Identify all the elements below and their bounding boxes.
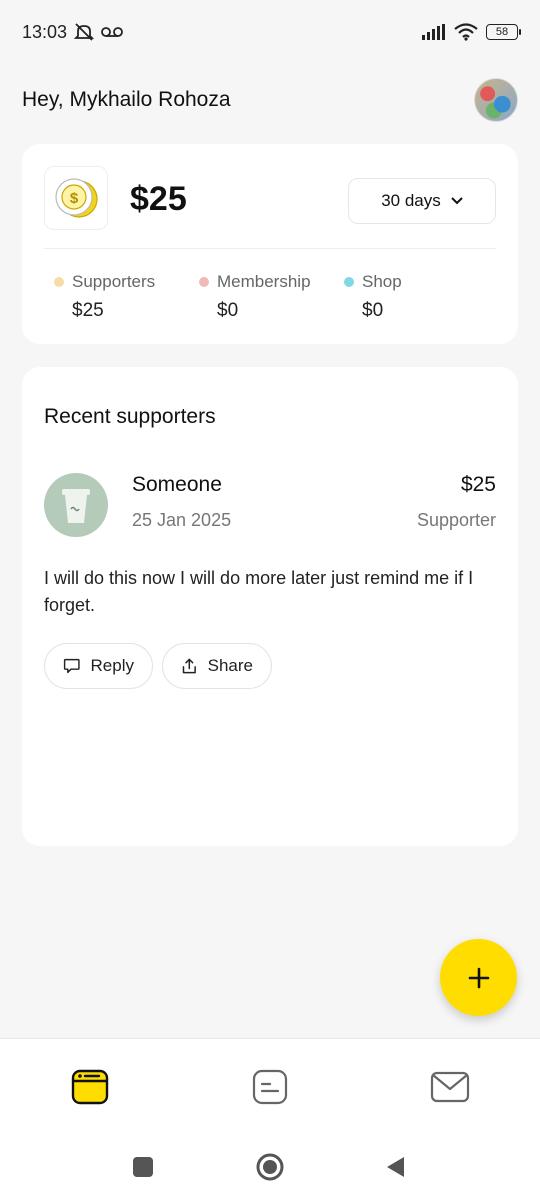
recent-apps-button[interactable]: [128, 1152, 158, 1182]
share-button[interactable]: Share: [162, 643, 272, 689]
reply-button[interactable]: Reply: [44, 643, 153, 689]
battery-icon: 58: [486, 24, 521, 40]
membership-dot: [199, 277, 209, 287]
mute-icon: [73, 22, 95, 42]
reply-label: Reply: [90, 656, 134, 675]
signal-icon: [422, 24, 446, 40]
status-right: 58: [422, 23, 521, 41]
profile-avatar[interactable]: [474, 78, 518, 122]
share-icon: [182, 658, 196, 674]
svg-text:$: $: [70, 190, 79, 207]
supporters-dot: [54, 277, 64, 287]
plus-icon: [468, 967, 489, 988]
home-circle-icon: [256, 1153, 284, 1181]
home-button[interactable]: [255, 1152, 285, 1182]
header: Hey, Mykhailo Rohoza: [22, 74, 518, 126]
wifi-icon: [454, 23, 478, 41]
coffee-cup-icon: [62, 489, 90, 523]
status-bar: 13:03 58: [0, 0, 540, 64]
stat-shop: Shop $0: [344, 272, 402, 322]
share-label: Share: [207, 656, 253, 675]
date-range-label: 30 days: [381, 191, 441, 210]
stat-value: $0: [362, 300, 384, 321]
stat-value: $25: [72, 300, 104, 321]
status-time: 13:03: [22, 21, 68, 42]
supporter-date: 25 Jan 2025: [132, 510, 232, 530]
coin-icon-box: $: [44, 166, 108, 230]
back-button[interactable]: [380, 1152, 410, 1182]
status-left: 13:03: [22, 22, 123, 43]
supporter-type: Supporter: [416, 510, 496, 530]
square-icon: [133, 1157, 153, 1177]
back-triangle-icon: [387, 1157, 404, 1177]
dashboard-icon: [71, 1069, 109, 1105]
earnings-card: $ $25 30 days Supporters $25 Membership …: [22, 144, 518, 344]
nav-messages[interactable]: [430, 1067, 470, 1107]
supporter-message: I will do this now I will do more later …: [44, 568, 474, 615]
recent-supporters-card: Recent supporters Someone 25 Jan 2025 $2…: [22, 367, 518, 846]
add-button[interactable]: [440, 939, 517, 1016]
battery-level: 58: [495, 26, 509, 38]
supporter-amount: $25: [460, 473, 496, 496]
shop-dot: [344, 277, 354, 287]
system-nav-bar: [0, 1134, 540, 1200]
posts-icon: [252, 1069, 288, 1105]
date-range-dropdown[interactable]: 30 days: [348, 178, 496, 224]
section-title: Recent supporters: [44, 405, 216, 428]
messages-icon: [430, 1071, 470, 1103]
stat-label: Membership: [217, 272, 311, 291]
reply-icon: [63, 658, 80, 674]
bottom-nav: [0, 1038, 540, 1134]
stat-supporters: Supporters $25: [54, 272, 155, 322]
chevron-down-icon: [451, 197, 463, 205]
supporter-name: Someone: [132, 473, 222, 496]
supporter-avatar: [44, 473, 108, 537]
greeting: Hey, Mykhailo Rohoza: [22, 88, 231, 111]
stat-membership: Membership $0: [199, 272, 311, 322]
total-earnings: $25: [130, 180, 187, 218]
divider: [44, 248, 496, 249]
stat-label: Shop: [362, 272, 402, 291]
stat-value: $0: [217, 300, 239, 321]
stat-label: Supporters: [72, 272, 156, 291]
voicemail-icon: [101, 26, 123, 38]
coin-icon: $: [55, 178, 98, 218]
nav-posts[interactable]: [250, 1067, 290, 1107]
nav-dashboard[interactable]: [70, 1067, 110, 1107]
